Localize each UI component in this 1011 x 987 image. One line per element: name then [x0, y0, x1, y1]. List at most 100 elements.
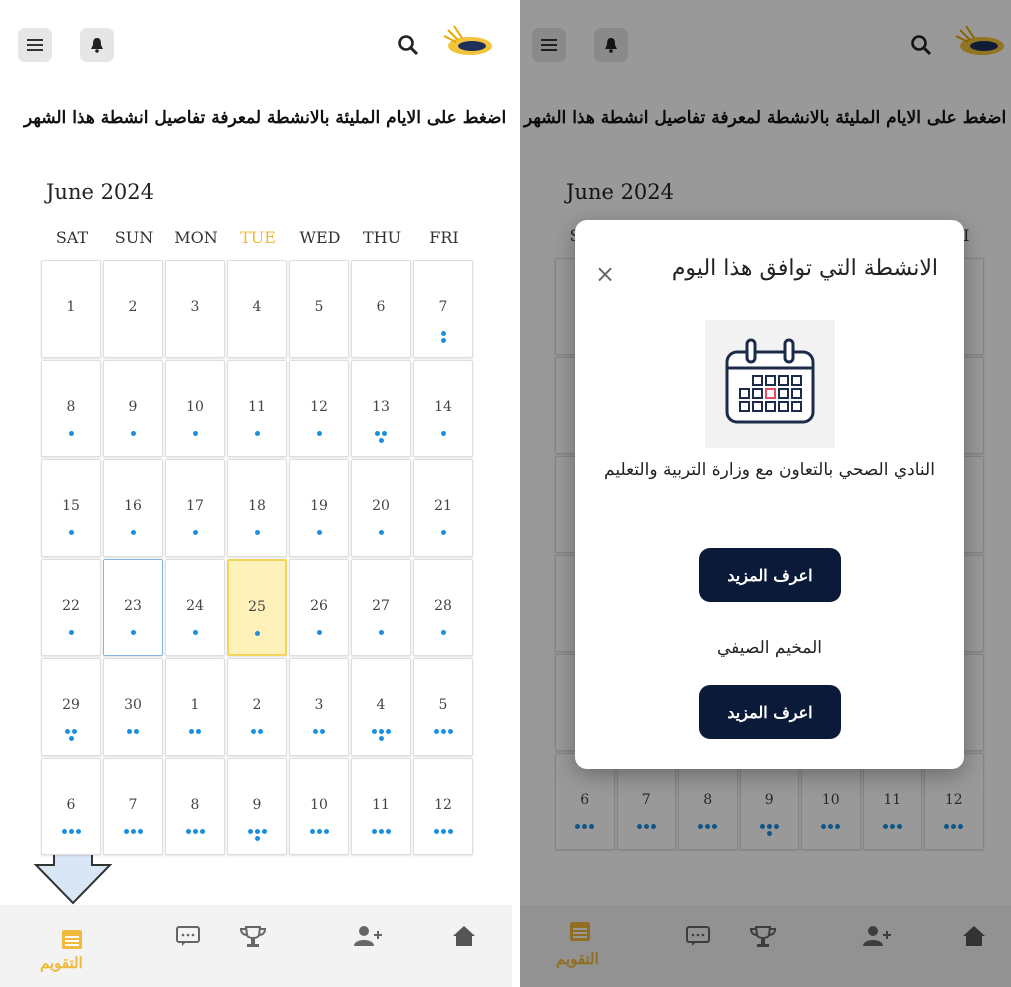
event-dots — [42, 828, 100, 835]
home-icon[interactable] — [452, 925, 476, 947]
day-number: 29 — [62, 697, 80, 713]
event-dot — [433, 729, 439, 734]
calendar-day-cell[interactable]: 5 — [413, 658, 473, 756]
event-dot — [440, 629, 446, 635]
day-number: 22 — [62, 597, 80, 614]
calendar-day-cell[interactable]: 24 — [165, 558, 225, 656]
event-dot — [192, 430, 198, 436]
calendar-day-cell[interactable]: 29 — [41, 658, 101, 756]
close-icon[interactable]: × — [595, 262, 615, 286]
calendar-day-cell[interactable]: 18 — [227, 459, 287, 557]
day-number: 12 — [310, 398, 328, 415]
calendar-day-cell[interactable]: 13 — [351, 359, 411, 457]
calendar-day-cell[interactable]: 17 — [165, 459, 225, 557]
calendar-day-cell[interactable]: 12 — [289, 359, 349, 457]
calendar-day-cell[interactable]: 23 — [103, 558, 163, 656]
weekday-label: SAT — [55, 228, 89, 247]
calendar-day-cell[interactable]: 26 — [289, 558, 349, 656]
calendar-day-cell[interactable]: 9 — [103, 359, 163, 457]
calendar-day-cell[interactable]: 7 — [413, 260, 473, 358]
calendar-day-cell[interactable]: 15 — [41, 459, 101, 557]
calendar-day-cell[interactable]: 3 — [289, 658, 349, 756]
calendar-day-cell[interactable]: 7 — [103, 757, 163, 855]
calendar-day-cell[interactable]: 8 — [41, 359, 101, 457]
calendar-day-cell[interactable]: 11 — [351, 757, 411, 855]
event-dot — [137, 828, 143, 834]
instruction-text: اضغط على الايام المليئة بالانشطة لمعرفة … — [24, 108, 507, 128]
event-dot — [309, 828, 315, 834]
calendar-day-cell[interactable]: 19 — [289, 459, 349, 557]
calendar-day-cell[interactable]: 27 — [351, 558, 411, 656]
calendar-icon[interactable] — [60, 927, 84, 951]
weekday-label: SUN — [114, 228, 154, 247]
calendar-day-cell[interactable]: 22 — [41, 558, 101, 656]
chat-icon[interactable] — [176, 925, 200, 947]
calendar-day-cell[interactable]: 25 — [227, 558, 287, 656]
calendar-day-cell[interactable]: 16 — [103, 459, 163, 557]
day-number: 28 — [434, 597, 452, 614]
calendar-day-cell[interactable]: 6 — [351, 260, 411, 358]
logo-icon — [443, 25, 492, 55]
menu-button[interactable] — [18, 28, 52, 62]
event-dots — [166, 530, 224, 536]
event-dot — [123, 828, 129, 834]
learn-more-button[interactable]: اعرف المزيد — [699, 685, 841, 739]
event-dot — [130, 530, 136, 535]
calendar-day-cell[interactable]: 1 — [41, 260, 101, 358]
event-dots — [166, 430, 224, 437]
day-number: 27 — [372, 597, 390, 614]
calendar-day-cell[interactable]: 4 — [227, 260, 287, 358]
learn-more-button[interactable]: اعرف المزيد — [699, 548, 841, 602]
event-dots — [290, 828, 348, 835]
calendar-screen: اضغط على الايام المليئة بالانشطة لمعرفة … — [0, 0, 512, 987]
day-number: 9 — [252, 796, 262, 813]
calendar-day-cell[interactable]: 2 — [227, 658, 287, 756]
event-dot — [378, 736, 384, 741]
day-number: 21 — [434, 498, 452, 514]
calendar-day-cell[interactable]: 21 — [413, 459, 473, 557]
weekday-label: FRI — [429, 228, 459, 247]
event-dot — [440, 530, 446, 535]
calendar-day-cell[interactable]: 3 — [165, 260, 225, 358]
calendar-day-cell[interactable]: 28 — [413, 558, 473, 656]
event-dots — [414, 430, 472, 437]
day-number: 5 — [438, 697, 448, 713]
calendar-day-cell[interactable]: 9 — [227, 757, 287, 855]
calendar-day-cell[interactable]: 20 — [351, 459, 411, 557]
event-dots — [414, 729, 472, 735]
calendar-day-cell[interactable]: 11 — [227, 359, 287, 457]
calendar-nav-label[interactable]: التقويم — [40, 954, 83, 972]
event-dot — [254, 828, 260, 834]
menu-icon — [27, 39, 43, 51]
event-dot — [316, 828, 322, 834]
event-dots — [352, 530, 410, 536]
day-number: 14 — [434, 398, 452, 415]
calendar-day-cell[interactable]: 2 — [103, 260, 163, 358]
calendar-day-cell[interactable]: 14 — [413, 359, 473, 457]
calendar-day-cell[interactable]: 4 — [351, 658, 411, 756]
event-dot — [68, 430, 74, 436]
calendar-day-cell[interactable]: 6 — [41, 757, 101, 855]
calendar-day-cell[interactable]: 10 — [289, 757, 349, 855]
event-dot — [199, 828, 205, 834]
event-dot — [189, 729, 194, 734]
calendar-day-cell[interactable]: 30 — [103, 658, 163, 756]
calendar-day-cell[interactable]: 5 — [289, 260, 349, 358]
trophy-icon[interactable] — [240, 925, 266, 949]
event-dot — [196, 729, 201, 734]
calendar-day-cell[interactable]: 12 — [413, 757, 473, 855]
event-dots — [104, 729, 162, 735]
event-dots — [414, 530, 472, 536]
search-icon[interactable] — [397, 34, 419, 56]
day-number: 23 — [124, 597, 142, 614]
notifications-button[interactable] — [80, 28, 114, 62]
event-dot — [68, 828, 74, 834]
calendar-day-cell[interactable]: 1 — [165, 658, 225, 756]
bell-icon — [91, 38, 103, 53]
event-dot — [375, 430, 380, 436]
event-dot — [378, 437, 384, 443]
weekday-label: TUE — [240, 228, 276, 247]
add-user-icon[interactable] — [353, 925, 383, 947]
calendar-day-cell[interactable]: 10 — [165, 359, 225, 457]
calendar-day-cell[interactable]: 8 — [165, 757, 225, 855]
